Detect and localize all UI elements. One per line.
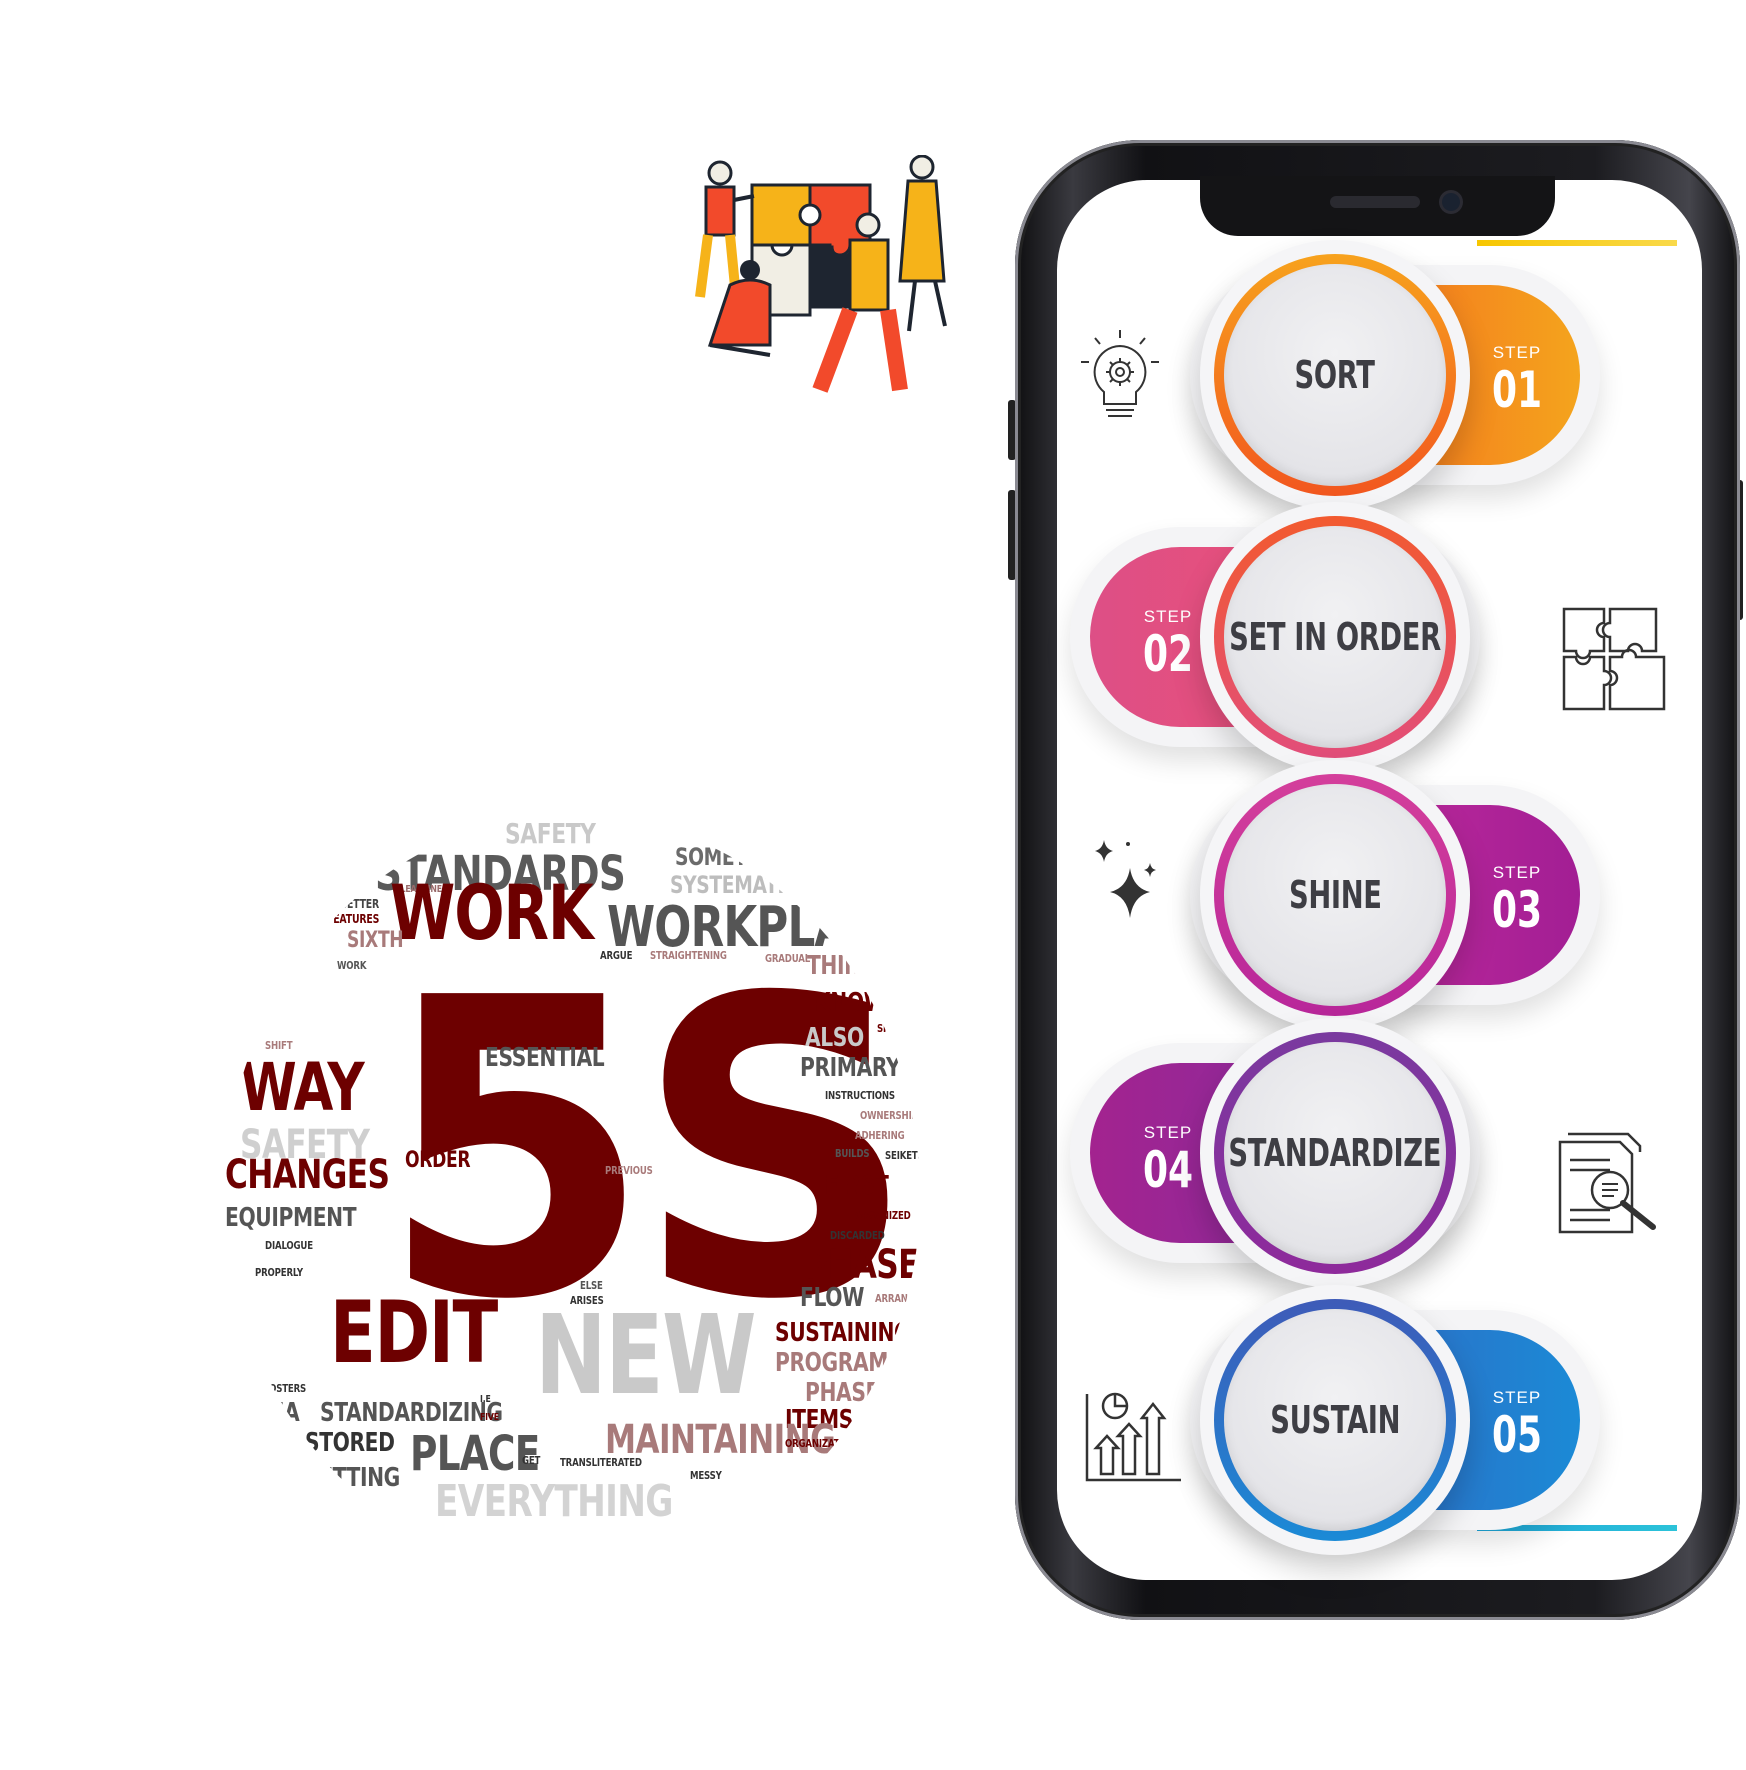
step-4-circle[interactable]: STANDARDIZE [1200,1018,1470,1288]
word-cloud-word: FIVE [480,1412,499,1423]
word-cloud-word: I.E [480,1394,491,1405]
team-puzzle-illustration [695,155,947,393]
word-cloud-word: SOMETIMES [675,843,798,871]
5s-word-cloud: 5S STANDARDS SAFETY SOMETIMES SYSTEMATIC BEN… [225,815,920,1575]
word-cloud-word: WORK [390,868,594,957]
word-cloud-word: FIRST [825,1171,889,1201]
step-5-label: STEP [1492,1388,1542,1407]
word-cloud-word: KNOW [815,988,886,1018]
word-cloud-word: OWNERSHIP [860,1109,918,1122]
word-cloud-word: SHITSUKE [877,1022,920,1035]
word-cloud-word: CHANGES [225,1152,390,1198]
step-5-circle[interactable]: SUSTAIN [1200,1285,1470,1555]
word-cloud-word: FLOW [800,1283,865,1313]
step-3-number: 03 [1491,881,1543,939]
word-cloud-word: ORGANIZED [855,1209,911,1222]
puzzle-icon [1562,607,1666,711]
word-cloud-word: ARGUE [600,949,633,962]
step-3-title: SHINE [1288,873,1382,917]
word-cloud-word: ORGANIZATION [785,1437,857,1450]
step-1-label: STEP [1492,343,1542,362]
word-cloud-word: PHASES [805,1378,894,1408]
word-cloud-word: AREA [240,1398,300,1428]
step-3-label: STEP [1492,863,1542,882]
speaker-grille [1330,196,1420,208]
word-cloud-word: MESSY [690,1469,722,1482]
word-cloud-word: EDIT [330,1283,498,1383]
word-cloud-word: BEND [351,869,380,883]
word-cloud-word: PROPERLY [255,1266,303,1279]
growth-chart-icon [1085,1392,1181,1482]
step-5-title: SUSTAIN [1270,1398,1400,1442]
word-cloud-word: EXACTLY [873,1412,910,1423]
word-cloud-word: INSTRUCTIONS [825,1089,895,1102]
word-cloud-word: THINKING [807,951,916,981]
word-cloud-word: STRAIGHTENING [650,949,727,962]
step-1-circle[interactable]: SORT [1200,240,1470,510]
word-cloud-word: PRIMARY [800,1053,901,1083]
word-cloud-word: EASY [810,884,833,895]
step-5-number: 05 [1491,1406,1543,1464]
word-cloud-word: PLACE [410,1426,540,1482]
word-cloud-word: EVERYTHING [435,1476,673,1527]
step-3-circle[interactable]: SHINE [1200,760,1470,1030]
word-cloud-word: GRADUAL [765,952,811,965]
step-4-number: 04 [1142,1141,1194,1199]
word-cloud-word: SYSTEMATIC [670,871,798,899]
word-cloud-word: ESSENTIAL [485,1043,605,1073]
word-cloud-word: SIGNS [850,934,879,947]
word-cloud-word: PREVIOUS [605,1164,653,1177]
word-cloud-word: SEIKETSU [885,1149,920,1162]
word-cloud-word: EQUIPMENT [225,1203,357,1233]
word-cloud-word: PHASE [805,1242,919,1288]
step-2-number: 02 [1142,625,1194,683]
word-cloud-word: BETTER [340,897,379,911]
word-cloud-word: ELSE [580,1279,603,1292]
word-cloud-word: POSTERS [263,1382,307,1395]
document-search-icon [1558,1132,1656,1234]
word-cloud-word: WAY [240,1049,365,1126]
word-cloud-word: WORK [337,959,367,972]
front-camera [1442,193,1460,211]
word-cloud-word: ARRANGED [875,1292,920,1305]
word-cloud-word: ADHERING [855,1129,905,1142]
word-cloud-word: ALSO [805,1023,864,1053]
word-cloud-word: SUSTAINING [775,1318,911,1348]
word-cloud-word: ORDER [405,1148,471,1173]
word-cloud-word: GET [522,1454,541,1467]
word-cloud-word: FEATURES [327,912,380,926]
step-4-title: STANDARDIZE [1228,1131,1442,1175]
word-cloud-word: STANDARDIZING [320,1398,503,1428]
word-cloud-word: TRANSLITERATED [560,1456,642,1469]
step-1-title: SORT [1294,353,1376,397]
step-2-circle[interactable]: SET IN ORDER [1200,502,1470,772]
word-cloud-word: SETTING [305,1463,400,1493]
sparkle-icon [1095,840,1156,918]
word-cloud-word: STORED [305,1428,395,1458]
word-cloud-word: NEW [535,1291,757,1419]
word-cloud-word: SIXTH [347,928,404,953]
word-cloud-word: PROGRAM [775,1348,889,1378]
top-accent-line [1477,240,1677,246]
lightbulb-gear-icon [1081,330,1159,417]
word-cloud-word: DIALOGUE [265,1239,313,1252]
word-cloud-word: DISCARDED [830,1229,885,1242]
step-2-title: SET IN ORDER [1229,615,1441,659]
word-cloud-word: BUILDS [835,1147,870,1160]
phone-notch [1200,176,1555,236]
word-cloud-word: WORKPLACE [607,895,908,960]
step-1-number: 01 [1491,361,1543,419]
word-cloud-word: SAFETY [505,817,596,850]
